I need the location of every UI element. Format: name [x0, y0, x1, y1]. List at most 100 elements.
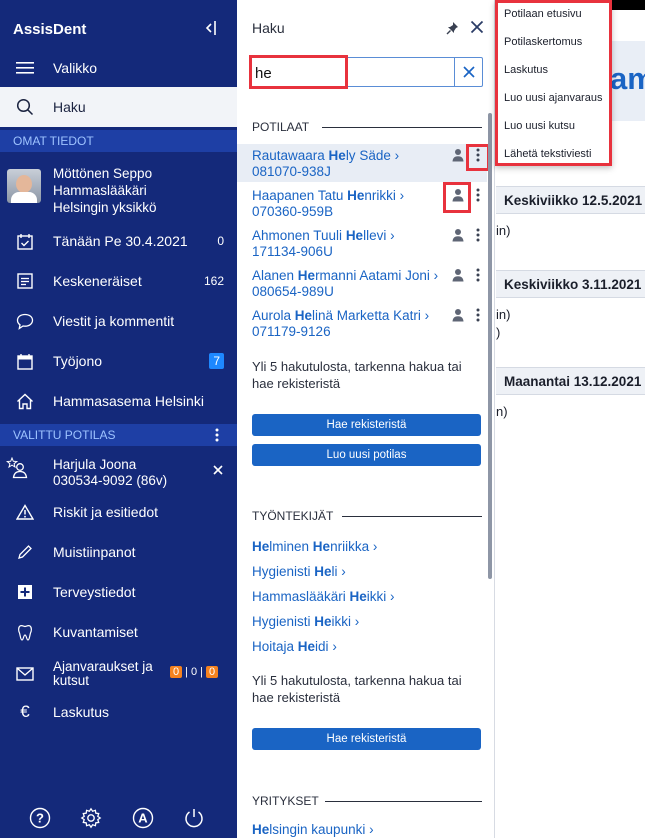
employees-header: TYÖNTEKIJÄT — [252, 509, 334, 523]
calendar-day-label: Maanantai 13.12.2021 — [504, 374, 642, 389]
search-registry-button[interactable]: Hae rekisteristä — [252, 414, 481, 436]
sidebar-footer: ? A — [0, 803, 237, 833]
menu-item-send-sms[interactable]: Lähetä tekstiviesti — [504, 148, 591, 160]
calendar-day-1[interactable]: Keskiviikko 12.5.2021 — [496, 186, 645, 214]
search-nav-item[interactable]: Haku — [0, 87, 237, 127]
calendar-note: in) — [496, 223, 511, 238]
patient-favorite-icon[interactable] — [6, 457, 28, 479]
sidebar-item-label: Riskit ja esitiedot — [53, 504, 159, 520]
patient-result[interactable]: Ahmonen Tuuli Hellevi › 171134-906U — [237, 224, 487, 262]
patients-header: POTILAAT — [252, 120, 310, 134]
patient-result[interactable]: Haapanen Tatu Henrikki › 070360-959B — [237, 184, 487, 222]
patient-result[interactable]: Alanen Hermanni Aatami Joni › 080654-989… — [237, 264, 487, 302]
sidebar-item-label: Muistiinpanot — [53, 544, 136, 560]
scrollbar[interactable] — [488, 113, 492, 579]
user-unit: Helsingin yksikkö — [53, 200, 157, 215]
pin-icon[interactable] — [446, 21, 459, 35]
sidebar-item-appointments[interactable]: Ajanvaraukset ja kutsut 0 | 0 | 0 — [0, 652, 237, 696]
sidebar-item-label: Työjono — [53, 353, 103, 369]
current-user[interactable]: Möttönen Seppo Hammaslääkäri Helsingin y… — [0, 155, 237, 219]
hamburger-icon — [16, 59, 34, 77]
patient-ssn: 030534-9092 (86v) — [53, 473, 168, 488]
calendar-note: n) — [496, 404, 508, 419]
sidebar-item-risks[interactable]: Riskit ja esitiedot — [0, 492, 237, 532]
app-logo: AssisDent — [13, 21, 87, 38]
more-options-icon[interactable] — [476, 188, 480, 202]
collapse-sidebar-icon[interactable] — [203, 20, 217, 36]
person-icon[interactable] — [452, 268, 464, 282]
search-input[interactable] — [255, 62, 455, 84]
more-results-note: Yli 5 hakutulosta, tarkenna hakua tai ha… — [252, 673, 462, 705]
sidebar-item-notes[interactable]: Muistiinpanot — [0, 532, 237, 572]
divider — [325, 801, 482, 802]
patient-ssn: 080654-989U — [252, 284, 334, 299]
close-icon[interactable] — [470, 20, 484, 34]
more-options-icon[interactable] — [476, 268, 480, 282]
gear-icon[interactable] — [80, 807, 102, 829]
count-badge: 0 — [217, 234, 224, 248]
sidebar-item-today[interactable]: Tänään Pe 30.4.2021 0 — [0, 221, 237, 261]
employee-result[interactable]: Hammaslääkäri Heikki › — [252, 589, 395, 604]
clear-icon — [462, 66, 475, 78]
more-options-icon[interactable] — [215, 428, 219, 442]
more-results-note: Yli 5 hakutulosta, tarkenna hakua tai ha… — [252, 359, 462, 391]
selected-patient[interactable]: Harjula Joona 030534-9092 (86v) — [0, 452, 237, 494]
sidebar-item-messages[interactable]: Viestit ja kommentit — [0, 301, 237, 341]
company-result[interactable]: Helsingin kaupunki › — [252, 822, 374, 837]
sidebar-item-work-queue[interactable]: Työjono 7 — [0, 341, 237, 381]
person-icon[interactable] — [452, 188, 464, 202]
menu-item-new-appointment[interactable]: Luo uusi ajanvaraus — [504, 92, 602, 104]
power-icon[interactable] — [183, 807, 205, 829]
sidebar-item-imaging[interactable]: Kuvantamiset — [0, 612, 237, 652]
more-options-icon[interactable] — [476, 228, 480, 242]
menu-button[interactable]: Valikko — [0, 48, 237, 88]
calendar-icon — [16, 352, 34, 370]
sidebar-item-clinic[interactable]: Hammasasema Helsinki — [0, 381, 237, 421]
patient-result[interactable]: Rautawaara Hely Säde › 081070-938J — [237, 144, 487, 182]
menu-item-new-invitation[interactable]: Luo uusi kutsu — [504, 120, 575, 132]
calendar-day-2[interactable]: Keskiviikko 3.11.2021 — [496, 270, 645, 298]
menu-item-billing[interactable]: Laskutus — [504, 64, 548, 76]
patient-result[interactable]: Aurola Helinä Marketta Katri › 071179-91… — [237, 304, 487, 342]
search-registry-button[interactable]: Hae rekisteristä — [252, 728, 481, 750]
more-options-icon[interactable] — [476, 308, 480, 322]
companies-header: YRITYKSET — [252, 794, 319, 808]
sidebar-item-label: Laskutus — [53, 704, 110, 720]
search-panel: Haku POTILAAT Rautawaara Hely Säde › 081… — [237, 0, 495, 838]
person-icon[interactable] — [452, 308, 464, 322]
menu-item-patient-record[interactable]: Potilaskertomus — [504, 36, 582, 48]
calendar-banner-text: am — [610, 61, 645, 96]
menu-item-patient-home[interactable]: Potilaan etusivu — [504, 8, 582, 20]
search-label: Haku — [53, 99, 86, 115]
help-icon[interactable]: ? — [29, 807, 51, 829]
sidebar-item-billing[interactable]: € Laskutus — [0, 692, 237, 732]
medical-cross-icon — [16, 583, 34, 601]
patient-name: Harjula Joona — [53, 457, 137, 472]
sidebar-item-unfinished[interactable]: Keskeneräiset 162 — [0, 261, 237, 301]
count-badge: 0 — [170, 666, 183, 678]
sidebar-item-label: kutsut — [53, 673, 90, 688]
user-role: Hammaslääkäri — [53, 183, 147, 198]
pencil-icon — [16, 543, 34, 561]
accessibility-a-icon[interactable]: A — [132, 807, 154, 829]
more-options-icon[interactable] — [476, 148, 480, 162]
count-badge: 162 — [203, 274, 224, 288]
calendar-note: ) — [496, 325, 501, 340]
close-patient-icon[interactable] — [213, 465, 223, 475]
employee-result[interactable]: Hygienisti Heli › — [252, 564, 346, 579]
count-badge: 0 — [190, 666, 198, 678]
sidebar-item-label: Keskeneräiset — [53, 273, 142, 289]
clear-search-button[interactable] — [454, 58, 482, 86]
svg-text:?: ? — [36, 811, 44, 826]
sidebar-item-health-info[interactable]: Terveystiedot — [0, 572, 237, 612]
search-icon — [16, 98, 34, 116]
employee-result[interactable]: Hoitaja Heidi › — [252, 639, 337, 654]
divider — [322, 127, 482, 128]
patient-ssn: 070360-959B — [252, 204, 334, 219]
calendar-day-3[interactable]: Maanantai 13.12.2021 — [496, 367, 645, 395]
employee-result[interactable]: Helminen Henriikka › — [252, 539, 377, 554]
employee-result[interactable]: Hygienisti Heikki › — [252, 614, 359, 629]
new-patient-button[interactable]: Luo uusi potilas — [252, 444, 481, 466]
person-icon[interactable] — [452, 148, 464, 162]
person-icon[interactable] — [452, 228, 464, 242]
